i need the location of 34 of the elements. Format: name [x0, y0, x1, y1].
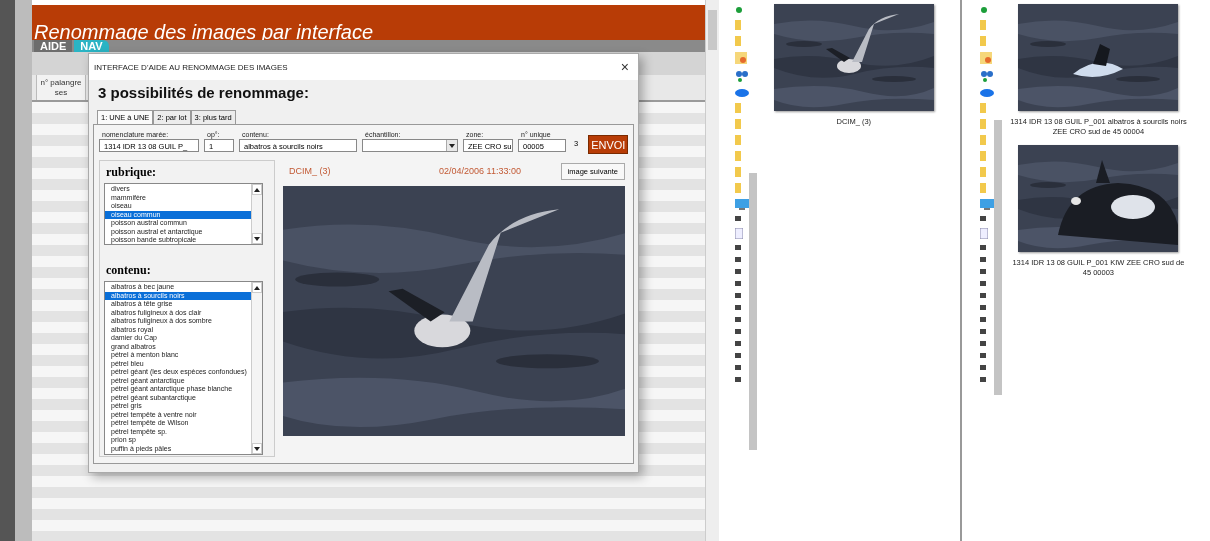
app-title: Renommage des images par interface	[34, 20, 374, 43]
image-name: DCIM_ (3)	[289, 166, 332, 176]
computer-icon[interactable]	[980, 199, 995, 210]
cloud-icon[interactable]	[734, 88, 749, 97]
scrollbar-thumb[interactable]	[994, 120, 1003, 395]
close-button[interactable]: ×	[617, 59, 632, 75]
folder-icon[interactable]	[734, 52, 747, 64]
people-icon[interactable]	[734, 70, 749, 82]
scroll-up-icon[interactable]	[254, 187, 260, 192]
dialog-title: INTERFACE D'AIDE AU RENOMMAGE DES IMAGES	[94, 62, 288, 72]
send-button[interactable]: ENVOI	[588, 135, 629, 154]
drive-icon[interactable]	[734, 216, 741, 222]
scrollbar-thumb[interactable]	[707, 10, 717, 50]
scroll-down-icon[interactable]	[449, 143, 455, 148]
list-title: contenu:	[106, 263, 152, 278]
status-icon[interactable]	[980, 6, 989, 14]
list-title: rubrique:	[106, 165, 157, 180]
cloud-icon[interactable]	[980, 88, 995, 97]
list-box[interactable]	[104, 281, 263, 455]
people-icon[interactable]	[980, 70, 995, 82]
folder-icon[interactable]	[980, 52, 993, 64]
dialog-heading: 3 possibilités de renommage:	[98, 84, 310, 103]
image-date: 02/04/2006 11:33:00	[439, 166, 522, 176]
column-header-text: n° palangre	[40, 78, 82, 88]
dropdown-field[interactable]	[362, 139, 458, 152]
scrollbar-thumb[interactable]	[748, 173, 757, 450]
computer-icon[interactable]	[734, 199, 749, 210]
column-header-text: ses	[54, 88, 68, 98]
drive-icon[interactable]	[980, 216, 987, 222]
scroll-down-icon[interactable]	[254, 446, 260, 451]
scroll-down-icon[interactable]	[254, 236, 260, 241]
app-tab[interactable]: AIDE	[34, 40, 73, 52]
scroll-up-icon[interactable]	[254, 285, 260, 290]
status-icon[interactable]	[734, 6, 743, 14]
